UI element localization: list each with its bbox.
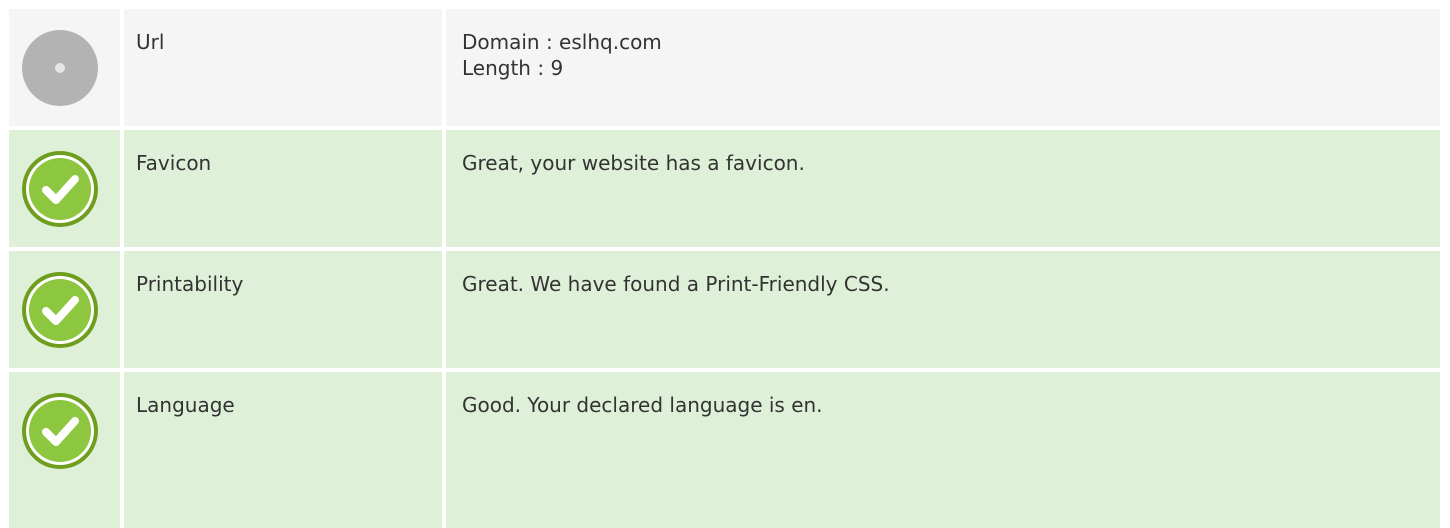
language-result-text: Good. Your declared language is en. — [462, 393, 823, 417]
row-label: Favicon — [124, 130, 442, 247]
report-row-url: Url Domain : eslhq.com Length : 9 — [0, 9, 1440, 126]
printability-result-text: Great. We have found a Print-Friendly CS… — [462, 272, 890, 296]
report-row-language: Language Good. Your declared language is… — [0, 372, 1440, 528]
row-label: Language — [124, 372, 442, 528]
status-cell — [9, 372, 120, 528]
row-label: Url — [124, 9, 442, 126]
length-text: Length : 9 — [462, 56, 564, 80]
check-icon — [21, 392, 99, 470]
report-row-favicon: Favicon Great, your website has a favico… — [0, 130, 1440, 247]
status-cell — [9, 9, 120, 126]
seo-report-table: Url Domain : eslhq.com Length : 9 Favico… — [0, 0, 1450, 528]
row-value: Good. Your declared language is en. — [446, 372, 1440, 528]
check-icon — [21, 150, 99, 228]
row-value: Great. We have found a Print-Friendly CS… — [446, 251, 1440, 368]
neutral-dot-icon — [21, 29, 99, 107]
status-cell — [9, 130, 120, 247]
favicon-result-text: Great, your website has a favicon. — [462, 151, 805, 175]
row-value: Domain : eslhq.com Length : 9 — [446, 9, 1440, 126]
domain-text: Domain : eslhq.com — [462, 30, 662, 54]
status-cell — [9, 251, 120, 368]
report-row-printability: Printability Great. We have found a Prin… — [0, 251, 1440, 368]
row-label: Printability — [124, 251, 442, 368]
check-icon — [21, 271, 99, 349]
row-value: Great, your website has a favicon. — [446, 130, 1440, 247]
